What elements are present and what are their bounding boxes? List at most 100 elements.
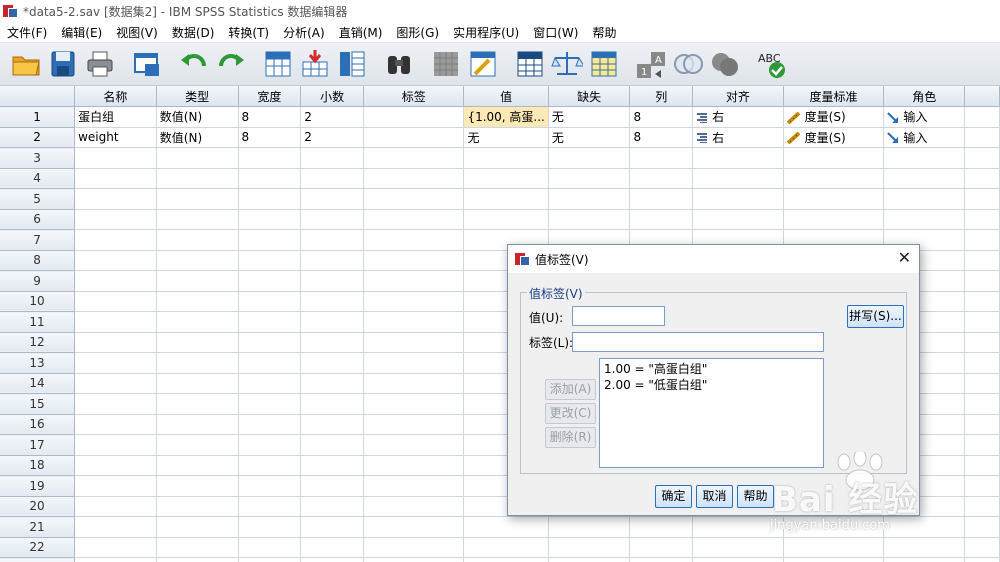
grid-cell[interactable] <box>363 455 465 476</box>
list-item[interactable]: 2.00 = "低蛋白组" <box>604 377 819 393</box>
grid-cell[interactable] <box>238 147 302 169</box>
grid-cell[interactable] <box>692 516 784 538</box>
grid-cell[interactable] <box>156 291 239 312</box>
grid-cell[interactable] <box>238 229 302 251</box>
label-input[interactable] <box>572 332 824 352</box>
spell-button[interactable]: 拼写(S)... <box>847 305 904 328</box>
grid-cell[interactable] <box>363 352 465 374</box>
grid-cell[interactable] <box>548 168 631 189</box>
grid-cell[interactable] <box>300 557 364 562</box>
grid-cell[interactable] <box>363 414 465 435</box>
grid-cell[interactable] <box>238 414 302 435</box>
grid-cell[interactable] <box>629 188 694 210</box>
grid-cell[interactable] <box>74 455 157 476</box>
row-number[interactable]: 15 <box>0 393 76 415</box>
grid-cell[interactable] <box>238 188 302 210</box>
grid-cell[interactable]: {1.00, 高蛋... <box>463 106 549 128</box>
column-header[interactable]: 值 <box>463 86 549 107</box>
table-row[interactable]: 22 <box>0 537 1000 558</box>
grid-cell[interactable] <box>238 516 302 538</box>
grid-cell[interactable] <box>463 188 549 210</box>
grid-cell[interactable] <box>692 557 784 562</box>
grid-cell[interactable] <box>238 373 302 394</box>
grid-cell[interactable] <box>548 209 631 230</box>
grid-cell[interactable] <box>156 557 239 562</box>
grid-cell[interactable] <box>300 311 364 333</box>
grid-cell[interactable] <box>300 229 364 251</box>
grid-cell[interactable] <box>363 496 465 517</box>
grid-cell[interactable] <box>74 414 157 435</box>
grid-cell[interactable]: 无 <box>548 106 631 128</box>
grid-cell[interactable]: 2 <box>300 127 364 148</box>
grid-cell[interactable] <box>74 557 157 562</box>
grid-cell[interactable] <box>300 496 364 517</box>
grid-cell[interactable] <box>238 496 302 517</box>
grid-cell[interactable] <box>238 393 302 415</box>
grid-cell[interactable] <box>692 168 784 189</box>
grid-cell[interactable] <box>156 229 239 251</box>
grid-cell[interactable] <box>156 311 239 333</box>
add-button[interactable]: 添加(A) <box>545 379 596 400</box>
grid-cell[interactable] <box>463 516 549 538</box>
grid-cell[interactable]: 右 <box>692 127 784 148</box>
print-icon[interactable] <box>84 48 116 80</box>
row-number[interactable]: 17 <box>0 434 76 456</box>
row-number[interactable]: 23 <box>0 557 76 562</box>
grid-cell[interactable]: 8 <box>629 127 694 148</box>
grid-cell[interactable] <box>363 311 465 333</box>
grid-cell[interactable] <box>629 557 694 562</box>
grid-cell[interactable] <box>156 414 239 435</box>
row-number[interactable]: 6 <box>0 209 76 230</box>
save-icon[interactable] <box>47 48 79 80</box>
row-number[interactable]: 3 <box>0 147 76 169</box>
grid-cell[interactable] <box>692 147 784 169</box>
table-row[interactable]: 21 <box>0 516 1000 538</box>
list-item[interactable]: 1.00 = "高蛋白组" <box>604 361 819 377</box>
table-row[interactable]: 6 <box>0 209 1000 230</box>
menu-item[interactable]: 窗口(W) <box>526 24 585 41</box>
row-number[interactable]: 4 <box>0 168 76 189</box>
corner-cell[interactable] <box>0 86 76 107</box>
grid-cell[interactable] <box>156 250 239 271</box>
row-number[interactable]: 10 <box>0 291 76 312</box>
ok-button[interactable]: 确定 <box>655 485 692 508</box>
grid-cell[interactable] <box>74 496 157 517</box>
grid-cell[interactable] <box>463 557 549 562</box>
menu-item[interactable]: 数据(D) <box>165 24 222 41</box>
insert-variable-icon[interactable] <box>467 48 499 80</box>
grid-cell[interactable]: 度量(S) <box>783 106 885 128</box>
grid-cell[interactable]: 8 <box>629 106 694 128</box>
grid-cell[interactable] <box>300 434 364 456</box>
grid-cell[interactable] <box>692 209 784 230</box>
grid-cell[interactable] <box>74 332 157 353</box>
grid-cell[interactable] <box>74 188 157 210</box>
grid-cell[interactable] <box>238 209 302 230</box>
row-number[interactable]: 13 <box>0 352 76 374</box>
grid-cell[interactable] <box>238 250 302 271</box>
grid-cell[interactable] <box>363 291 465 312</box>
grid-cell[interactable] <box>74 250 157 271</box>
grid-cell[interactable] <box>883 537 966 558</box>
grid-cell[interactable] <box>463 168 549 189</box>
grid-cell[interactable] <box>363 229 465 251</box>
row-number[interactable]: 5 <box>0 188 76 210</box>
dialog-recall-icon[interactable] <box>131 48 163 80</box>
table-row[interactable]: 5 <box>0 188 1000 210</box>
grid-cell[interactable] <box>156 147 239 169</box>
grid-cell[interactable] <box>156 393 239 415</box>
grid-cell[interactable] <box>363 516 465 538</box>
row-number[interactable]: 8 <box>0 250 76 271</box>
grid-cell[interactable] <box>363 147 465 169</box>
column-header[interactable]: 标签 <box>363 86 465 107</box>
table-row[interactable]: 1 蛋白组 数值(N) 8 2 {1.00, 高蛋... 无 8 右 度量(S) 输入 <box>0 106 1000 128</box>
grid-cell[interactable] <box>548 537 631 558</box>
grid-cell[interactable] <box>74 209 157 230</box>
grid-cell[interactable] <box>156 188 239 210</box>
grid-cell[interactable] <box>300 414 364 435</box>
grid-cell[interactable]: weight <box>74 127 157 148</box>
show-all-variables-icon[interactable] <box>709 48 741 80</box>
grid-cell[interactable] <box>156 475 239 497</box>
grid-cell[interactable] <box>363 127 465 148</box>
row-number[interactable]: 20 <box>0 496 76 517</box>
grid-cell[interactable]: 8 <box>238 106 302 128</box>
